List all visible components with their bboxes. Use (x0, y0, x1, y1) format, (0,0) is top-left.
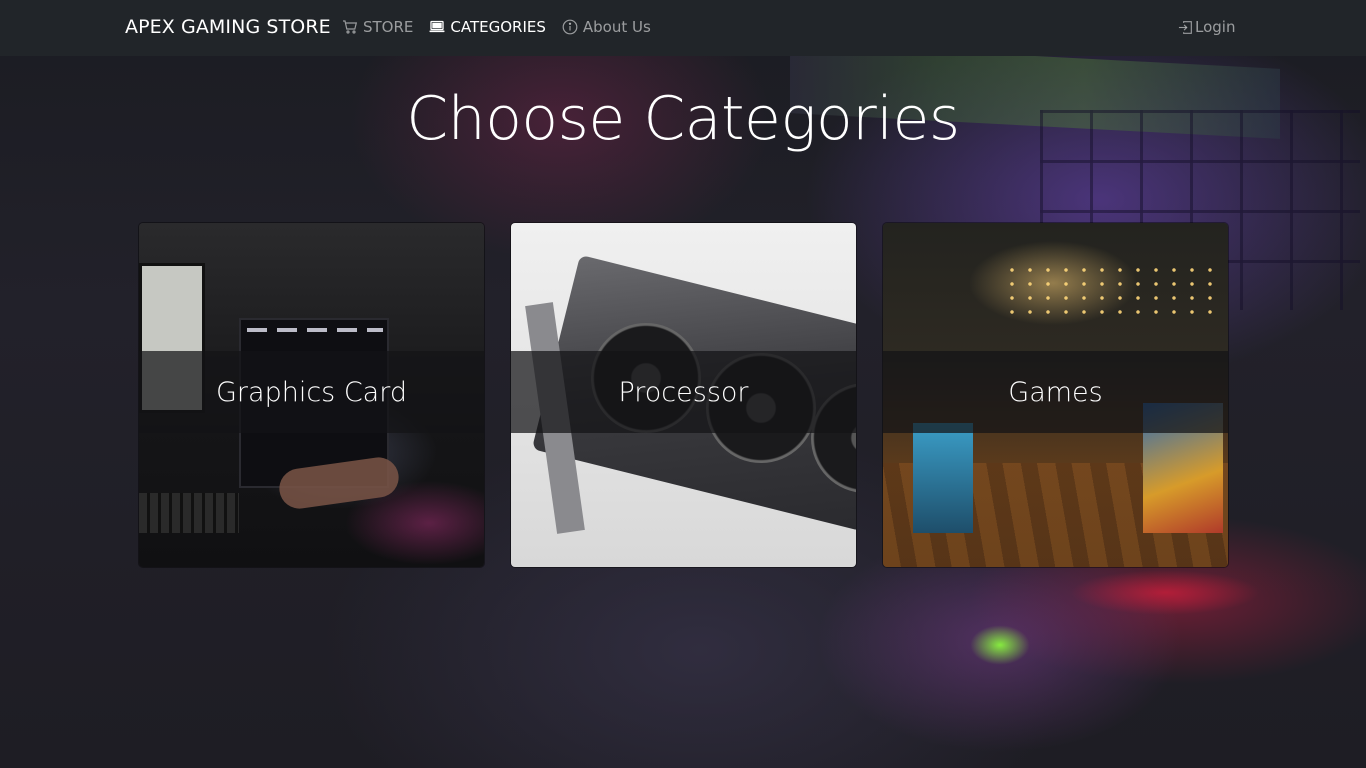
category-card-processor[interactable]: Processor (510, 222, 857, 568)
navbar: APEX GAMING STORE STORE CATEGORIES About… (0, 0, 1366, 56)
category-label-band: Games (883, 351, 1228, 433)
info-circle-icon (562, 19, 578, 35)
nav-link-categories[interactable]: CATEGORIES (429, 18, 546, 36)
category-label: Graphics Card (216, 376, 407, 408)
background-mouse-glow (970, 625, 1030, 665)
login-icon (1178, 20, 1192, 34)
category-label-band: Processor (511, 351, 856, 433)
nav-link-store[interactable]: STORE (342, 18, 413, 36)
login-link[interactable]: Login (1178, 18, 1235, 36)
cart-icon (343, 20, 358, 34)
category-card-games[interactable]: Games (882, 222, 1229, 568)
category-label: Games (1008, 376, 1103, 408)
category-cards: Graphics Card Processor Games (138, 222, 1229, 568)
category-label-band: Graphics Card (139, 351, 484, 433)
category-label: Processor (618, 376, 749, 408)
nav-link-categories-label: CATEGORIES (450, 18, 546, 36)
laptop-icon (429, 20, 445, 33)
nav-link-store-label: STORE (363, 18, 414, 36)
category-card-graphics-card[interactable]: Graphics Card (138, 222, 485, 568)
brand-link[interactable]: APEX GAMING STORE (125, 16, 331, 38)
background-keyboard-glow (1070, 570, 1260, 615)
nav-link-about-label: About Us (582, 18, 651, 36)
nav-links: STORE CATEGORIES About Us (342, 18, 651, 36)
nav-link-about[interactable]: About Us (562, 18, 651, 36)
login-label: Login (1195, 18, 1236, 36)
page-title: Choose Categories (406, 84, 960, 154)
